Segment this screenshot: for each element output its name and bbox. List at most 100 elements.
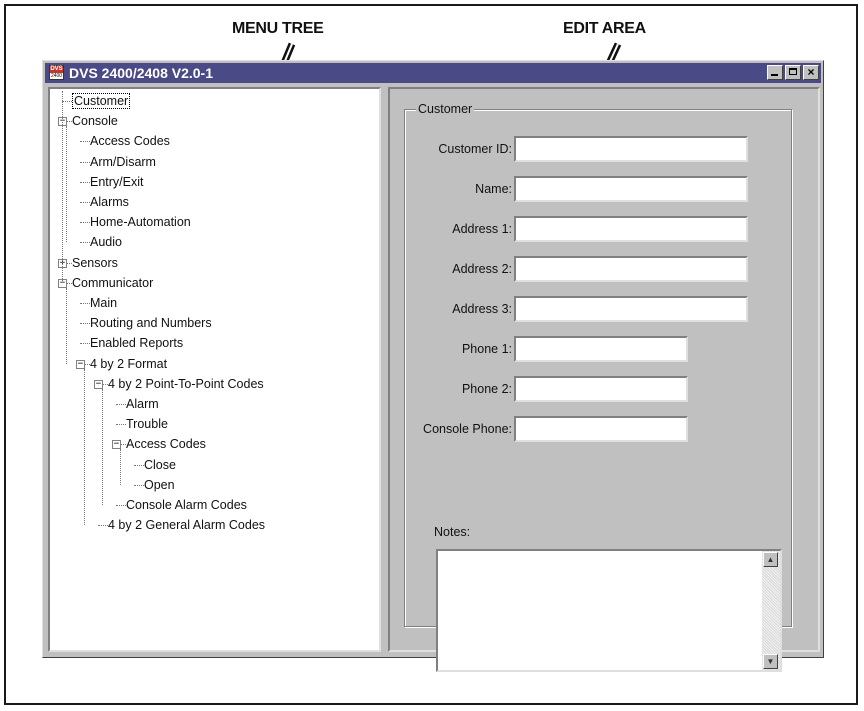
tree-guide [66,126,67,243]
tree-item-label: Alarm [126,397,159,411]
tree-item[interactable]: Routing and Numbers [90,313,212,333]
tree-connector [80,343,90,345]
tree-connector [80,323,90,325]
tree-item-label: Enabled Reports [90,336,184,351]
tree-guide [66,287,67,364]
field-input[interactable] [514,376,688,402]
maximize-icon [789,68,797,75]
app-icon-top-text: DVS [50,66,63,73]
tree-item-label: Access Codes [126,437,206,452]
field-input[interactable] [514,256,748,282]
menu-tree[interactable]: Customer − Console Access Codes Arm/Disarm En… [48,87,381,652]
tree-item[interactable]: Access Codes [90,131,170,151]
tree-connector [134,464,144,466]
tree-connector [80,141,90,143]
tree-connector [62,101,72,102]
notes-scrollbar[interactable]: ▲ ▼ [762,551,780,670]
tree-connector [80,181,90,183]
tree-item-label: Customer [72,93,131,109]
tree-item-label: Routing and Numbers [90,316,212,331]
field-label: Customer ID: [438,142,512,156]
tree-item[interactable]: Audio [90,232,122,252]
tree-connector [134,484,144,486]
edit-area-callout: EDIT AREA [563,20,646,37]
notes-textarea[interactable]: ▲ ▼ [436,549,782,672]
field-input[interactable] [514,296,748,322]
minimize-icon [771,74,778,76]
tree-item[interactable]: Entry/Exit [90,172,144,192]
field-input[interactable] [514,136,748,162]
field-label: Name: [475,182,512,196]
tree-guide [84,368,85,526]
scroll-down-icon[interactable]: ▼ [763,654,778,669]
tree-item[interactable]: Communicator [72,273,153,293]
tree-item-label: Audio [90,235,122,250]
collapse-icon[interactable]: − [112,440,121,450]
tree-connector [116,505,126,506]
field-input[interactable] [514,416,688,442]
tree-item[interactable]: 4 by 2 Point-To-Point Codes [108,374,264,394]
tree-item[interactable]: Alarms [90,192,129,212]
app-icon: DVS 2400 [49,65,64,80]
tree-item[interactable]: Home-Automation [90,212,191,232]
field-label: Phone 2: [461,382,512,396]
title-bar[interactable]: DVS 2400 DVS 2400/2408 V2.0-1 × [45,63,821,83]
field-input[interactable] [514,336,688,362]
tree-connector [80,242,90,244]
tree-item-label: Arm/Disarm [90,154,156,169]
collapse-icon[interactable]: − [76,359,85,369]
tree-connector [98,525,108,527]
tree-connector [116,404,126,405]
tree-guide [102,388,103,505]
tree-item-label: Main [90,296,118,310]
close-button[interactable]: × [803,65,819,80]
tree-connector [80,202,90,203]
tree-item[interactable]: Enabled Reports [90,333,183,353]
tree-item-label: Sensors [72,255,118,270]
tree-item-label: Alarms [90,195,129,209]
field-label: Address 2: [452,262,512,276]
tree-item[interactable]: Alarm [126,394,159,414]
maximize-button[interactable] [785,65,801,80]
tree-item[interactable]: Main [90,293,117,313]
minimize-button[interactable] [767,65,783,80]
window-title: DVS 2400/2408 V2.0-1 [69,65,213,81]
tree-item-label: Open [144,477,175,492]
close-icon: × [807,65,815,79]
tree-item[interactable]: 4 by 2 General Alarm Codes [108,515,265,535]
field-input[interactable] [514,216,748,242]
edit-area: Customer Notes: ▲ ▼ Customer ID: Name: Add… [388,87,820,672]
tree-guide [120,449,121,485]
field-label: Console Phone: [423,422,512,436]
groupbox-title: Customer [416,102,475,116]
tree-item-label: Console [72,114,118,129]
tree-item[interactable]: Customer [72,91,131,111]
tree-item-label: Trouble [126,417,168,432]
tree-item[interactable]: Close [144,455,176,475]
notes-label: Notes: [434,525,471,539]
tree-item-label: Communicator [72,275,154,290]
tree-item[interactable]: Open [144,475,175,495]
tree-guide [62,91,63,283]
tree-connector [80,303,90,304]
tree-connector [80,222,90,224]
tree-item-label: Console Alarm Codes [126,498,247,512]
tree-item-label: 4 by 2 Format [90,356,168,371]
tree-item-label: Access Codes [90,134,170,149]
field-label: Address 3: [452,302,512,316]
tree-item[interactable]: Console Alarm Codes [126,495,247,515]
field-label: Phone 1: [461,342,512,356]
tree-item[interactable]: Trouble [126,414,168,434]
field-input[interactable] [514,176,748,202]
tree-item[interactable]: 4 by 2 Format [90,354,167,374]
tree-item-label: 4 by 2 General Alarm Codes [108,518,266,533]
tree-item[interactable]: Arm/Disarm [90,152,156,172]
tree-item[interactable]: Sensors [72,253,118,273]
tree-item-label: Home-Automation [90,215,191,230]
tree-connector [116,424,126,426]
tree-item[interactable]: Access Codes [126,434,206,454]
window-controls: × [767,65,819,80]
scroll-up-icon[interactable]: ▲ [763,552,778,567]
collapse-icon[interactable]: − [94,379,103,389]
tree-item[interactable]: Console [72,111,118,131]
